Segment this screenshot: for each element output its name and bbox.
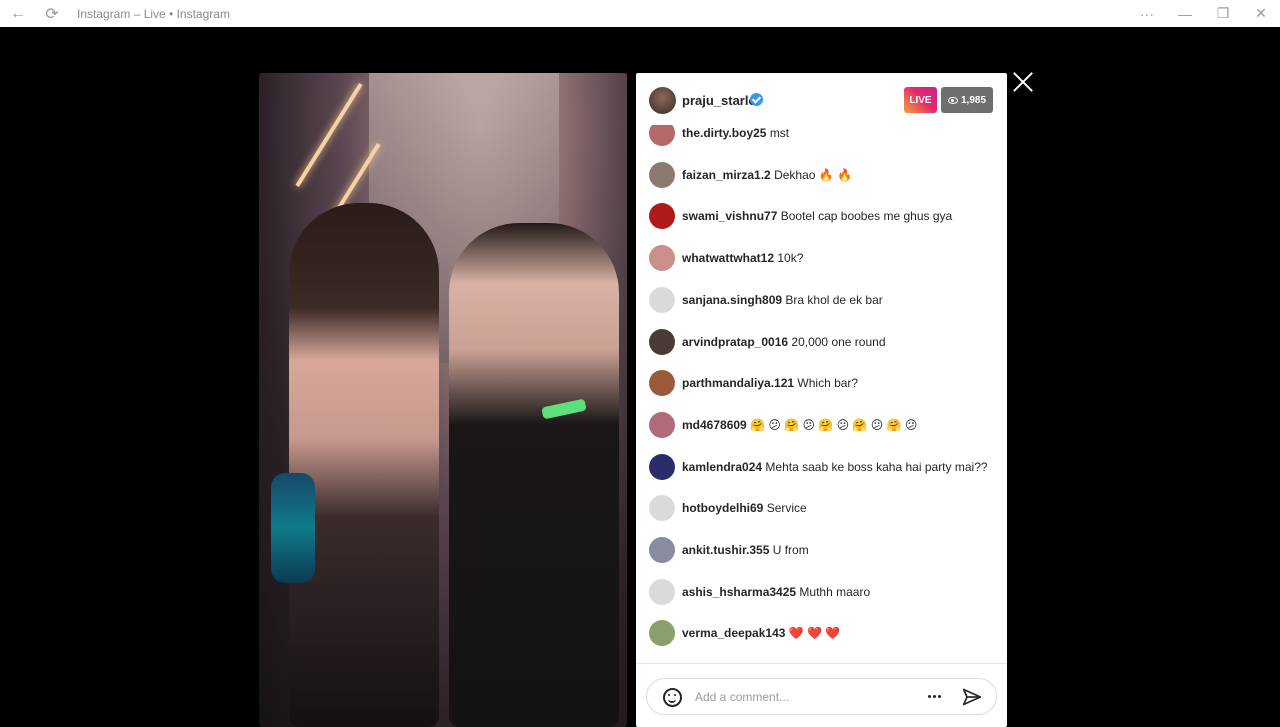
host-avatar[interactable]	[649, 87, 676, 114]
commenter-avatar[interactable]	[649, 495, 675, 522]
comment-message: Mehta saab ke boss kaha hai party mai??	[765, 459, 988, 474]
comment-message: Bootel cap boobes me ghus gya	[780, 209, 953, 224]
comment-text: hotboydelhi69 Service	[682, 501, 807, 515]
commenter-avatar[interactable]	[649, 203, 675, 230]
window-titlebar: ← ⟳ Instagram – Live • Instagram ··· — ❐…	[0, 0, 1280, 27]
live-badge: LIVE	[904, 87, 937, 113]
window-close-button[interactable]: ✕	[1242, 0, 1280, 27]
live-video[interactable]	[259, 73, 627, 727]
comment-message: Bra khol de ek bar	[785, 292, 883, 307]
commenter-avatar[interactable]	[649, 620, 675, 647]
comment-row: the.dirty.boy25 mst	[636, 125, 1007, 147]
comment-message: U from	[772, 543, 809, 557]
window-more-button[interactable]: ···	[1128, 0, 1166, 27]
back-arrow-icon[interactable]: ←	[1, 0, 35, 27]
commenter-username[interactable]: whatwattwhat12	[682, 251, 774, 265]
comment-row: ankit.tushir.355 U from	[636, 536, 1007, 564]
comment-row: arvindpratap_0016 20,000 one round	[636, 328, 1007, 356]
comment-message: Dekhao 🔥 🔥	[774, 167, 852, 182]
comment-row: sanjana.singh809 Bra khol de ek bar	[636, 286, 1007, 314]
divider	[636, 663, 1007, 664]
verified-badge-icon	[750, 93, 763, 106]
comment-text: whatwattwhat12 10k?	[682, 251, 803, 265]
commenter-avatar[interactable]	[649, 578, 675, 605]
send-icon[interactable]	[962, 687, 982, 707]
commenter-username[interactable]: arvindpratap_0016	[682, 335, 788, 349]
comment-row: whatwattwhat12 10k?	[636, 244, 1007, 272]
live-header: praju_starlet LIVE 1,985	[636, 73, 1007, 129]
commenter-username[interactable]: hotboydelhi69	[682, 501, 763, 515]
comment-row: swami_vishnu77 Bootel cap boobes me ghus…	[636, 202, 1007, 230]
comment-text: ashis_hsharma3425 Muthh maaro	[682, 585, 870, 599]
comment-row: parthmandaliya.121 Which bar?	[636, 369, 1007, 397]
commenter-avatar[interactable]	[649, 537, 675, 563]
comment-text: parthmandaliya.121 Which bar?	[682, 376, 858, 390]
comment-message: Which bar?	[797, 376, 859, 391]
comment-row: ashis_hsharma3425 Muthh maaro	[636, 578, 1007, 606]
commenter-username[interactable]: swami_vishnu77	[682, 209, 777, 223]
viewer-count: 1,985	[960, 94, 987, 106]
comment-text: md4678609 🤗 😕 🤗 😕 🤗 😕 🤗 😕 🤗 😕	[682, 418, 917, 432]
live-stage: praju_starlet LIVE 1,985 the.dirty.boy25…	[0, 27, 1280, 727]
comment-message: 10k?	[777, 251, 804, 266]
comment-row: md4678609 🤗 😕 🤗 😕 🤗 😕 🤗 😕 🤗 😕	[636, 411, 1007, 439]
comment-row: verma_deepak143 ❤️ ❤️ ❤️	[636, 619, 1007, 647]
commenter-avatar[interactable]	[649, 245, 675, 272]
commenter-username[interactable]: sanjana.singh809	[682, 293, 782, 307]
commenter-avatar[interactable]	[649, 328, 675, 355]
comment-text: swami_vishnu77 Bootel cap boobes me ghus…	[682, 209, 952, 223]
host-username[interactable]: praju_starlet	[682, 93, 760, 108]
commenter-username[interactable]: verma_deepak143	[682, 626, 785, 640]
close-icon[interactable]	[1010, 69, 1038, 97]
comment-input[interactable]	[695, 687, 915, 707]
commenter-avatar[interactable]	[649, 453, 675, 480]
minimize-button[interactable]: —	[1166, 0, 1204, 27]
comment-message: Muthh maaro	[799, 584, 871, 599]
refresh-icon[interactable]: ⟳	[35, 0, 69, 27]
commenter-avatar[interactable]	[649, 161, 675, 188]
commenter-avatar[interactable]	[649, 370, 675, 397]
commenter-avatar[interactable]	[649, 125, 675, 146]
comment-message: ❤️ ❤️ ❤️	[788, 626, 841, 641]
more-options-icon[interactable]	[933, 695, 936, 698]
comment-composer	[646, 678, 997, 715]
comment-list[interactable]: the.dirty.boy25 mst faizan_mirza1.2 Dekha…	[636, 125, 1007, 710]
comment-text: sanjana.singh809 Bra khol de ek bar	[682, 293, 883, 307]
comment-row: hotboydelhi69 Service	[636, 494, 1007, 522]
commenter-username[interactable]: ashis_hsharma3425	[682, 585, 796, 599]
emoji-icon[interactable]	[663, 688, 682, 707]
eye-icon	[947, 96, 958, 104]
window-title: Instagram – Live • Instagram	[77, 6, 230, 21]
commenter-avatar[interactable]	[649, 286, 675, 313]
comment-text: verma_deepak143 ❤️ ❤️ ❤️	[682, 626, 840, 640]
commenter-username[interactable]: md4678609	[682, 418, 747, 432]
comment-text: arvindpratap_0016 20,000 one round	[682, 335, 886, 349]
comment-text: ankit.tushir.355 U from	[682, 543, 809, 557]
commenter-username[interactable]: kamlendra024	[682, 460, 762, 474]
comment-text: kamlendra024 Mehta saab ke boss kaha hai…	[682, 460, 988, 474]
comment-message: 🤗 😕 🤗 😕 🤗 😕 🤗 😕 🤗 😕	[750, 417, 918, 432]
viewer-count-badge[interactable]: 1,985	[941, 87, 993, 113]
comment-row: kamlendra024 Mehta saab ke boss kaha hai…	[636, 453, 1007, 481]
video-person-right	[449, 223, 619, 727]
restore-button[interactable]: ❐	[1204, 0, 1242, 27]
live-chat-panel: praju_starlet LIVE 1,985 the.dirty.boy25…	[636, 73, 1007, 727]
commenter-username[interactable]: the.dirty.boy25	[682, 126, 766, 140]
commenter-username[interactable]: parthmandaliya.121	[682, 376, 794, 390]
comment-text: faizan_mirza1.2 Dekhao 🔥 🔥	[682, 168, 852, 182]
comment-row: faizan_mirza1.2 Dekhao 🔥 🔥	[636, 161, 1007, 189]
comment-message: mst	[769, 126, 790, 140]
comment-text: the.dirty.boy25 mst	[682, 126, 789, 140]
video-person-left	[289, 203, 439, 727]
commenter-username[interactable]: ankit.tushir.355	[682, 543, 769, 557]
comment-message: Service	[766, 501, 807, 516]
commenter-username[interactable]: faizan_mirza1.2	[682, 168, 771, 182]
commenter-avatar[interactable]	[649, 411, 675, 438]
comment-message: 20,000 one round	[791, 334, 886, 349]
